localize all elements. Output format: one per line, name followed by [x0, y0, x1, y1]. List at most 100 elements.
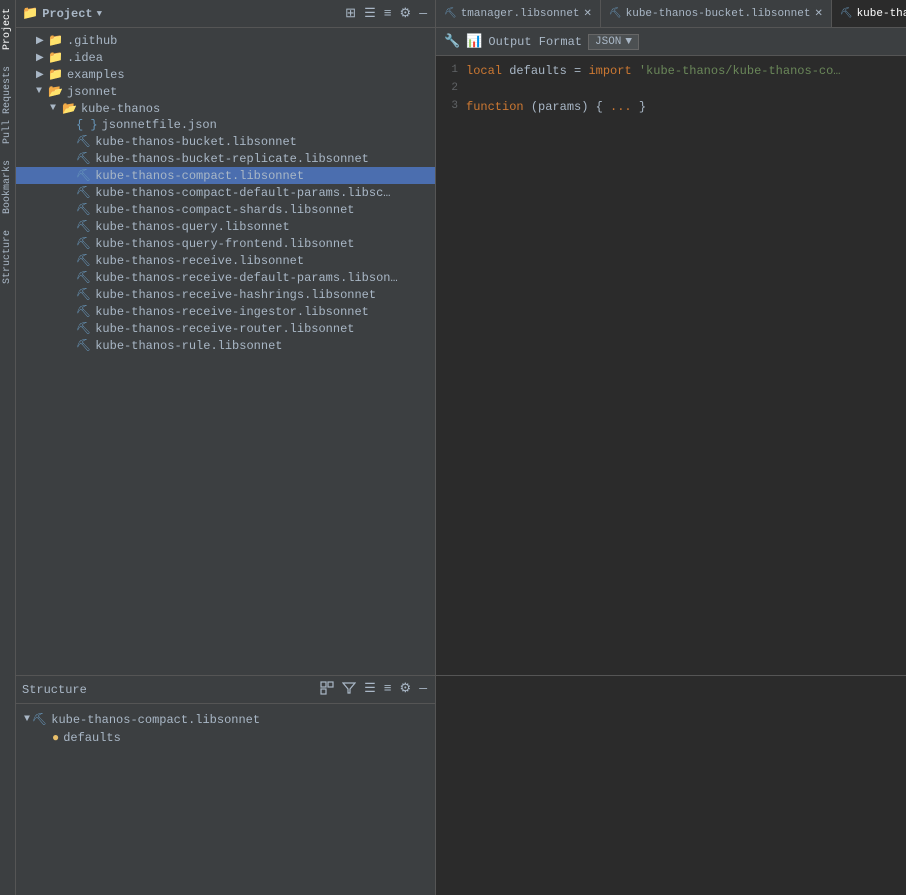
editor-tab-tmanager[interactable]: ⛏ tmanager.libsonnet ✕ — [436, 0, 601, 27]
struct-icon-defaults: ● — [52, 731, 59, 745]
project-title-label: Project — [42, 7, 92, 21]
tree-item-kube-thanos-receive-ingestor[interactable]: ⛏ kube-thanos-receive-ingestor.libsonnet — [16, 303, 435, 320]
tree-item-kube-thanos-query-frontend[interactable]: ⛏ kube-thanos-query-frontend.libsonnet — [16, 235, 435, 252]
tree-arrow-examples: ▶ — [36, 69, 46, 81]
code-text-1: local defaults = import 'kube-thanos/kub… — [466, 64, 841, 78]
tree-item-kube-thanos-receive-default-params[interactable]: ⛏ kube-thanos-receive-default-params.lib… — [16, 269, 435, 286]
tree-label-bucket-replicate: kube-thanos-bucket-replicate.libsonnet — [95, 152, 369, 166]
sidebar-tab-structure[interactable]: Structure — [0, 222, 15, 292]
tree-label-receive-default-params: kube-thanos-receive-default-params.libso… — [95, 271, 397, 285]
bar-chart-icon[interactable]: 📊 — [466, 34, 482, 49]
code-line-2: 2 — [436, 82, 906, 100]
tree-arrow-jsonnet: ▼ — [36, 86, 46, 97]
file-icon-receive-hashrings: ⛏ — [76, 287, 91, 302]
output-format-label: Output Format — [488, 35, 582, 49]
project-toolbar-icons: ⊞ ☰ ≡ ⚙ — — [343, 4, 429, 23]
struct-toolbar-minimize-icon[interactable]: — — [417, 679, 429, 701]
wrench-icon[interactable]: 🔧 — [444, 34, 460, 49]
project-toolbar: 📁 Project ▼ ⊞ ☰ ≡ ⚙ — — [16, 0, 435, 28]
tab-label-tmanager: tmanager.libsonnet — [461, 8, 580, 20]
editor-tab-kube-thanos-bucket[interactable]: ⛏ kube-thanos-bucket.libsonnet ✕ — [601, 0, 832, 27]
folder-icon-github: 📁 — [48, 33, 63, 48]
tree-label-compact-default-params: kube-thanos-compact-default-params.libsc… — [95, 186, 390, 200]
tree-label-rule: kube-thanos-rule.libsonnet — [95, 339, 282, 353]
tab-icon-tmanager: ⛏ — [444, 8, 457, 20]
file-icon-rule: ⛏ — [76, 338, 91, 353]
bottom-panel: Structure ☰ ≡ — [16, 675, 906, 895]
editor-content[interactable]: 1 local defaults = import 'kube-thanos/k… — [436, 56, 906, 675]
tree-item-idea[interactable]: ▶ 📁 .idea — [16, 49, 435, 66]
tree-item-kube-thanos-receive-hashrings[interactable]: ⛏ kube-thanos-receive-hashrings.libsonne… — [16, 286, 435, 303]
main-container: 📁 Project ▼ ⊞ ☰ ≡ ⚙ — ▶ 📁 .github — [16, 0, 906, 895]
tree-item-kube-thanos[interactable]: ▼ 📂 kube-thanos — [16, 100, 435, 117]
file-icon-bucket-replicate: ⛏ — [76, 151, 91, 166]
project-toolbar-settings-icon[interactable]: ⚙ — [398, 4, 414, 23]
folder-icon-idea: 📁 — [48, 50, 63, 65]
tab-close-kube-thanos-bucket[interactable]: ✕ — [814, 8, 822, 20]
editor-tab-kube-thanos-compact[interactable]: ⛏ kube-tha… ✕ — [832, 0, 906, 27]
struct-arrow-compact: ▼ — [24, 714, 30, 725]
tree-label-compact: kube-thanos-compact.libsonnet — [95, 169, 304, 183]
file-icon-compact-shards: ⛏ — [76, 202, 91, 217]
struct-toolbar-list-icon[interactable]: ☰ — [362, 679, 378, 701]
tree-label-idea: .idea — [67, 51, 103, 65]
file-icon-jsonnetfile: { } — [76, 118, 98, 132]
file-icon-query-frontend: ⛏ — [76, 236, 91, 251]
struct-toolbar-settings-icon[interactable]: ⚙ — [398, 679, 414, 701]
keyword-local: local — [466, 64, 502, 78]
sidebar-tab-bookmarks[interactable]: Bookmarks — [0, 152, 15, 222]
keyword-function: function — [466, 100, 524, 114]
left-sidebar: Project Pull Requests Bookmarks Structur… — [0, 0, 16, 895]
tree-item-kube-thanos-compact-shards[interactable]: ⛏ kube-thanos-compact-shards.libsonnet — [16, 201, 435, 218]
project-panel: 📁 Project ▼ ⊞ ☰ ≡ ⚙ — ▶ 📁 .github — [16, 0, 436, 675]
json-dropdown[interactable]: JSON ▼ — [588, 34, 639, 50]
struct-toolbar-funnel-icon[interactable] — [340, 679, 358, 701]
struct-item-defaults[interactable]: ● defaults — [20, 729, 431, 747]
tab-close-tmanager[interactable]: ✕ — [584, 8, 592, 20]
tree-item-jsonnetfile[interactable]: { } jsonnetfile.json — [16, 117, 435, 133]
struct-toolbar-filter-icon[interactable]: ≡ — [382, 679, 394, 701]
tree-item-jsonnet[interactable]: ▼ 📂 jsonnet — [16, 83, 435, 100]
tree-item-kube-thanos-bucket-replicate[interactable]: ⛏ kube-thanos-bucket-replicate.libsonnet — [16, 150, 435, 167]
struct-label-defaults: defaults — [63, 731, 121, 745]
project-toolbar-filter-icon[interactable]: ≡ — [382, 4, 394, 23]
line-number-2: 2 — [436, 82, 466, 94]
tree-item-kube-thanos-rule[interactable]: ⛏ kube-thanos-rule.libsonnet — [16, 337, 435, 354]
tree-item-examples[interactable]: ▶ 📁 examples — [16, 66, 435, 83]
struct-toolbar-expand-icon[interactable] — [318, 679, 336, 701]
file-icon-compact-default-params: ⛏ — [76, 185, 91, 200]
structure-content: ▼ ⛏ kube-thanos-compact.libsonnet ● defa… — [16, 704, 435, 895]
tree-item-kube-thanos-receive[interactable]: ⛏ kube-thanos-receive.libsonnet — [16, 252, 435, 269]
editor-area: ⛏ tmanager.libsonnet ✕ ⛏ kube-thanos-buc… — [436, 0, 906, 675]
file-icon-receive-router: ⛏ — [76, 321, 91, 336]
code-text-3: function (params) { ... } — [466, 100, 646, 114]
tree-item-kube-thanos-compact-default-params[interactable]: ⛏ kube-thanos-compact-default-params.lib… — [16, 184, 435, 201]
tree-item-kube-thanos-query[interactable]: ⛏ kube-thanos-query.libsonnet — [16, 218, 435, 235]
structure-toolbar-icons: ☰ ≡ ⚙ — — [318, 679, 429, 701]
sidebar-tab-project[interactable]: Project — [0, 0, 15, 58]
top-area: 📁 Project ▼ ⊞ ☰ ≡ ⚙ — ▶ 📁 .github — [16, 0, 906, 675]
string-import-path: 'kube-thanos/kube-thanos-co… — [639, 64, 841, 78]
project-panel-title: 📁 Project ▼ — [22, 6, 339, 21]
tree-arrow-github: ▶ — [36, 35, 46, 47]
project-toolbar-list-icon[interactable]: ☰ — [362, 4, 378, 23]
struct-label-compact: kube-thanos-compact.libsonnet — [51, 713, 260, 727]
structure-panel: Structure ☰ ≡ — [16, 676, 436, 895]
struct-item-kube-thanos-compact[interactable]: ▼ ⛏ kube-thanos-compact.libsonnet — [20, 710, 431, 729]
line-number-3: 3 — [436, 100, 466, 112]
json-dropdown-value: JSON — [595, 36, 621, 48]
sidebar-tab-pull-requests[interactable]: Pull Requests — [0, 58, 15, 152]
tree-label-compact-shards: kube-thanos-compact-shards.libsonnet — [95, 203, 354, 217]
tab-label-kube-thanos-bucket: kube-thanos-bucket.libsonnet — [626, 8, 811, 20]
project-toolbar-minimize-icon[interactable]: — — [417, 4, 429, 23]
project-toolbar-expand-icon[interactable]: ⊞ — [343, 4, 358, 23]
struct-file-icon-compact: ⛏ — [32, 712, 47, 727]
editor-tabs: ⛏ tmanager.libsonnet ✕ ⛏ kube-thanos-buc… — [436, 0, 906, 28]
tab-icon-kube-thanos-bucket: ⛏ — [609, 8, 622, 20]
project-dropdown-icon[interactable]: ▼ — [97, 9, 102, 19]
tree-item-github[interactable]: ▶ 📁 .github — [16, 32, 435, 49]
tree-item-kube-thanos-bucket[interactable]: ⛏ kube-thanos-bucket.libsonnet — [16, 133, 435, 150]
tree-item-kube-thanos-compact[interactable]: ⛏ kube-thanos-compact.libsonnet — [16, 167, 435, 184]
tree-label-jsonnet: jsonnet — [67, 85, 117, 99]
tree-item-kube-thanos-receive-router[interactable]: ⛏ kube-thanos-receive-router.libsonnet — [16, 320, 435, 337]
